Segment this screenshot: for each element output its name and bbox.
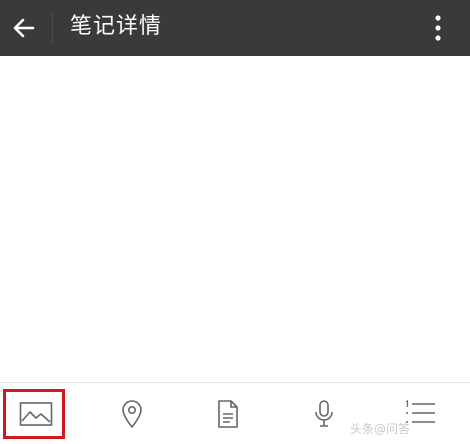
arrow-left-icon xyxy=(13,18,35,38)
location-pin-icon xyxy=(122,400,142,428)
insert-image-button[interactable] xyxy=(5,389,67,439)
voice-input-button[interactable] xyxy=(293,389,355,439)
more-options-button[interactable] xyxy=(426,10,450,46)
note-content-area[interactable] xyxy=(0,56,470,382)
microphone-icon xyxy=(315,400,333,427)
top-app-bar: 笔记详情 xyxy=(0,0,470,56)
image-icon xyxy=(19,402,53,426)
note-detail-screen: 笔记详情 头条@问答 xyxy=(0,0,470,444)
insert-document-button[interactable] xyxy=(197,389,259,439)
watermark: 头条@问答 xyxy=(350,422,411,436)
document-icon xyxy=(218,400,238,428)
header-divider xyxy=(52,12,53,44)
back-button[interactable] xyxy=(6,10,42,46)
page-title: 笔记详情 xyxy=(70,14,163,39)
more-vertical-icon xyxy=(435,15,441,41)
insert-location-button[interactable] xyxy=(101,389,163,439)
